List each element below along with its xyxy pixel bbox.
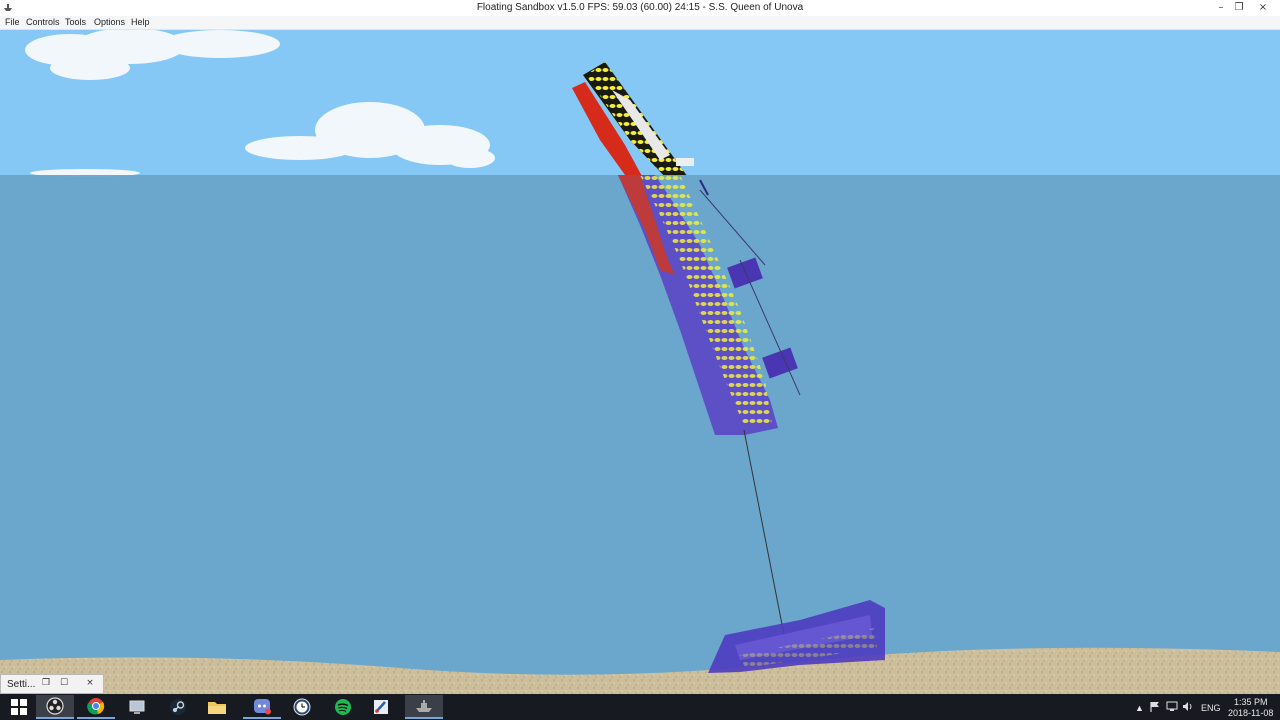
paint-icon bbox=[374, 700, 388, 714]
mini-close-button[interactable]: × bbox=[81, 677, 99, 689]
taskbar: ▲ ENG 1:35 PM 2018-11-08 bbox=[0, 694, 1280, 720]
taskbar-spotify[interactable] bbox=[324, 695, 362, 719]
minimize-button[interactable]: – bbox=[1212, 0, 1230, 16]
water bbox=[0, 175, 1280, 694]
monitor-icon bbox=[129, 700, 145, 714]
taskbar-paint[interactable] bbox=[362, 695, 400, 719]
close-button[interactable]: × bbox=[1252, 0, 1274, 16]
tray-time[interactable]: 1:35 PM bbox=[1234, 697, 1268, 707]
window-title: Floating Sandbox v1.5.0 FPS: 59.03 (60.0… bbox=[476, 2, 804, 13]
menu-help[interactable]: Help bbox=[131, 17, 150, 28]
settings-mini-window[interactable]: Setti... ❐ ☐ × bbox=[0, 674, 104, 694]
game-canvas[interactable] bbox=[0, 30, 1280, 694]
menu-file[interactable]: File bbox=[5, 17, 20, 28]
clock-icon bbox=[293, 698, 311, 716]
taskbar-clock-app[interactable] bbox=[283, 695, 321, 719]
taskbar-file-explorer[interactable] bbox=[198, 695, 236, 719]
flag-icon[interactable] bbox=[1150, 701, 1160, 714]
menu-controls[interactable]: Controls bbox=[26, 17, 60, 28]
folder-icon bbox=[208, 702, 226, 714]
ship-icon bbox=[416, 700, 432, 712]
taskbar-app-misc[interactable] bbox=[118, 695, 156, 719]
settings-window-label: Setti... bbox=[7, 679, 36, 690]
network-icon[interactable] bbox=[1166, 701, 1178, 714]
menu-bar: File Controls Tools Options Help bbox=[0, 16, 1280, 30]
taskbar-obs[interactable] bbox=[36, 695, 74, 719]
obs-icon bbox=[46, 697, 64, 715]
mini-restore-button[interactable]: ❐ bbox=[39, 677, 53, 689]
steam-icon bbox=[170, 699, 186, 715]
chrome-icon bbox=[87, 698, 105, 715]
language-indicator[interactable]: ENG bbox=[1201, 703, 1221, 713]
mini-maximize-button[interactable]: ☐ bbox=[57, 677, 71, 689]
menu-tools[interactable]: Tools bbox=[65, 17, 86, 28]
taskbar-floating-sandbox[interactable] bbox=[405, 695, 443, 719]
start-button[interactable] bbox=[0, 695, 38, 719]
taskbar-discord[interactable] bbox=[243, 695, 281, 719]
tray-date[interactable]: 2018-11-08 bbox=[1228, 708, 1273, 718]
discord-icon bbox=[254, 699, 271, 715]
tray-overflow-chevron[interactable]: ▲ bbox=[1135, 703, 1144, 713]
restore-button[interactable]: ❐ bbox=[1230, 0, 1248, 16]
volume-icon[interactable] bbox=[1182, 701, 1194, 714]
taskbar-chrome[interactable] bbox=[77, 695, 115, 719]
windows-logo-icon bbox=[11, 699, 27, 715]
spotify-icon bbox=[335, 699, 351, 715]
menu-options[interactable]: Options bbox=[94, 17, 125, 28]
taskbar-steam[interactable] bbox=[159, 695, 197, 719]
title-bar: Floating Sandbox v1.5.0 FPS: 59.03 (60.0… bbox=[0, 0, 1280, 16]
